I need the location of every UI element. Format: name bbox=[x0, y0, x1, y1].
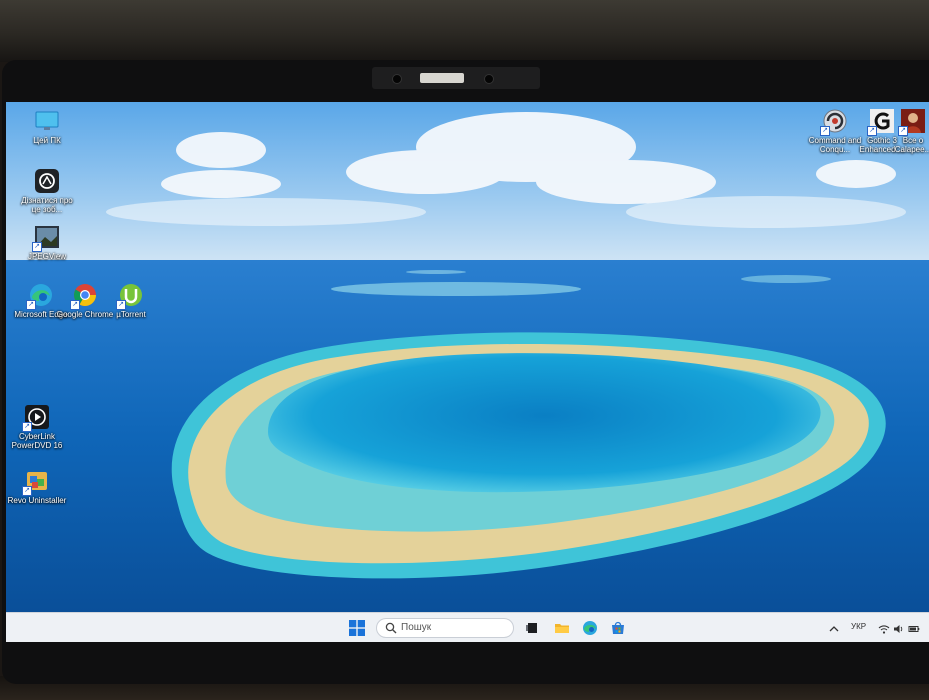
chevron-up-icon bbox=[829, 626, 839, 632]
play-icon: ↗ bbox=[22, 404, 50, 432]
shortcut-arrow-icon: ↗ bbox=[70, 300, 80, 310]
start-button[interactable] bbox=[349, 620, 365, 636]
webcam-label bbox=[420, 73, 464, 83]
shortcut-arrow-icon: ↗ bbox=[898, 126, 908, 136]
desktop-screen: Цей ПК Дізнатися про це зоб... ↗ JPEGVie… bbox=[6, 102, 929, 642]
webcam-lens bbox=[484, 74, 494, 84]
shortcut-arrow-icon: ↗ bbox=[22, 486, 32, 496]
webcam-module bbox=[372, 67, 540, 89]
game-character-icon: ↗ bbox=[898, 108, 926, 136]
search-placeholder: Пошук bbox=[401, 622, 432, 633]
shortcut-arrow-icon: ↗ bbox=[820, 126, 830, 136]
tray-overflow-chevron[interactable] bbox=[828, 622, 840, 634]
shortcut-arrow-icon: ↗ bbox=[22, 422, 32, 432]
edge-icon: ↗ bbox=[26, 282, 54, 310]
desktop-icon-powerdvd[interactable]: ↗ CyberLink PowerDVD 16 bbox=[6, 404, 68, 450]
shortcut-arrow-icon: ↗ bbox=[116, 300, 126, 310]
task-view-icon bbox=[526, 623, 537, 633]
command-and-conquer-icon: ↗ bbox=[820, 108, 848, 136]
image-viewer-icon: ↗ bbox=[32, 224, 60, 252]
file-explorer-button[interactable] bbox=[554, 620, 570, 636]
taskbar: Пошук УКР bbox=[6, 612, 929, 642]
utorrent-icon: ↗ bbox=[116, 282, 144, 310]
desktop-icon-revo-uninstaller[interactable]: ↗ Revo Uninstaller bbox=[6, 468, 68, 505]
shortcut-arrow-icon: ↗ bbox=[867, 126, 877, 136]
desktop-icon-utorrent[interactable]: ↗ µTorrent bbox=[100, 282, 162, 319]
edge-icon bbox=[583, 621, 597, 635]
room-background bbox=[0, 0, 929, 62]
wifi-status[interactable] bbox=[878, 622, 890, 634]
battery-status[interactable] bbox=[908, 622, 920, 634]
task-view-button[interactable] bbox=[524, 620, 540, 636]
desktop-icon-this-pc[interactable]: Цей ПК bbox=[16, 108, 78, 145]
wifi-icon bbox=[878, 625, 890, 634]
search-icon bbox=[385, 622, 397, 634]
battery-icon bbox=[908, 626, 920, 632]
shortcut-arrow-icon: ↗ bbox=[32, 242, 42, 252]
desktop-icon-jpegview[interactable]: ↗ JPEGView bbox=[16, 224, 78, 261]
revo-uninstaller-icon: ↗ bbox=[22, 468, 50, 496]
taskbar-search-box[interactable]: Пошук bbox=[376, 618, 514, 638]
edge-taskbar-button[interactable] bbox=[582, 620, 598, 636]
desktop-icon-saga[interactable]: ↗ Все о Calapee... bbox=[891, 108, 929, 154]
store-button[interactable] bbox=[610, 620, 626, 636]
windows-logo-icon bbox=[349, 620, 365, 636]
monitor-icon bbox=[34, 108, 60, 134]
chrome-icon: ↗ bbox=[70, 282, 98, 310]
camera-aperture-icon bbox=[34, 168, 60, 194]
volume-status[interactable] bbox=[893, 622, 905, 634]
desktop-wallpaper bbox=[6, 102, 929, 612]
shortcut-arrow-icon: ↗ bbox=[26, 300, 36, 310]
file-explorer-icon bbox=[555, 624, 569, 633]
language-indicator[interactable]: УКР bbox=[851, 622, 866, 631]
webcam-sensor bbox=[392, 74, 402, 84]
speaker-icon bbox=[894, 625, 903, 633]
store-icon bbox=[612, 621, 624, 634]
desktop-icon-diagnostics[interactable]: Дізнатися про це зоб... bbox=[16, 168, 78, 214]
